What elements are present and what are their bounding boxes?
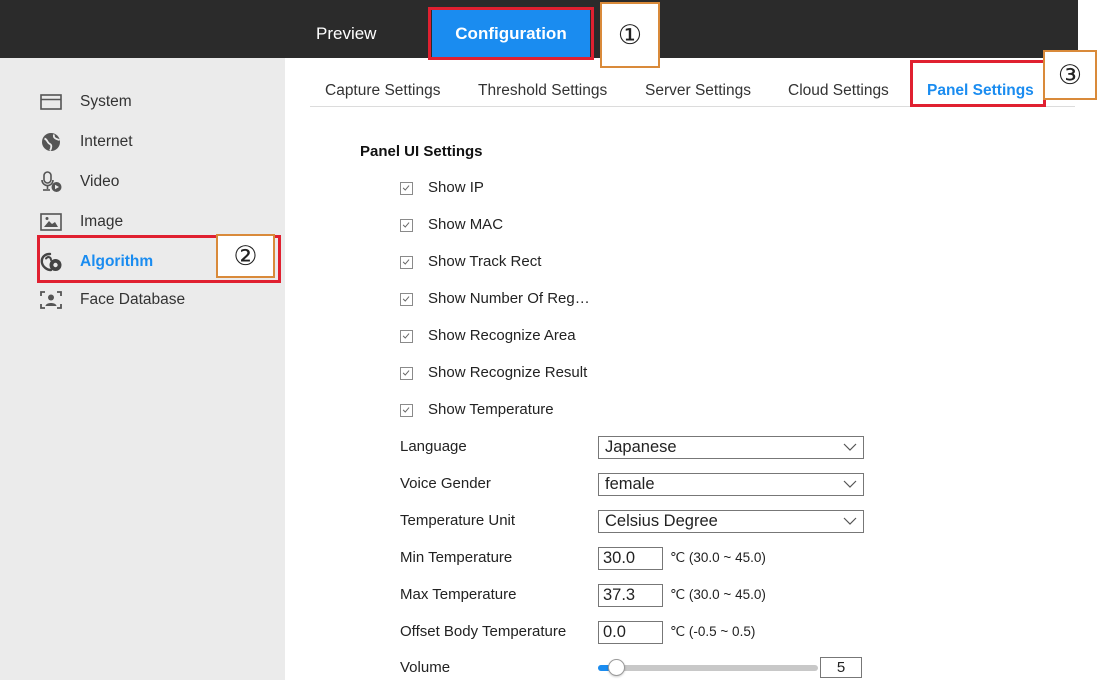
show-ip-checkbox[interactable] [400,182,413,195]
tab-capture-settings[interactable]: Capture Settings [325,80,440,102]
window-icon [38,91,64,113]
tab-cloud-settings[interactable]: Cloud Settings [788,80,889,102]
checkmark-icon [402,259,410,265]
checkbox-label: Show Recognize Result [428,364,588,381]
offset-body-temperature-label: Offset Body Temperature [400,623,567,640]
face-database-icon [38,289,64,311]
checkmark-icon [402,370,410,376]
volume-slider-knob[interactable] [608,659,626,676]
sidebar-item-internet[interactable]: Internet [38,131,208,153]
min-temperature-input[interactable] [598,547,663,570]
volume-slider[interactable] [598,659,818,676]
sidebar-item-label: Face Database [80,291,186,308]
tab-preview[interactable]: Preview [316,10,376,58]
sidebar-item-label: System [80,93,132,110]
language-select[interactable]: Japanese [598,436,864,459]
offset-body-temperature-range: ℃ (-0.5 ~ 0.5) [670,624,756,639]
video-icon [38,171,64,193]
temperature-unit-label: Temperature Unit [400,512,516,529]
max-temperature-label: Max Temperature [400,586,517,603]
checkmark-icon [402,296,410,302]
checkbox-label: Show Temperature [428,401,554,418]
show-mac-checkbox[interactable] [400,219,413,232]
section-title: Panel UI Settings [360,143,483,160]
show-temperature-checkbox[interactable] [400,404,413,417]
show-mac-checkbox-row[interactable]: Show MAC [400,214,660,236]
checkbox-label: Show IP [428,179,484,196]
voice-gender-select[interactable]: female [598,473,864,496]
sidebar-item-label: Internet [80,133,133,150]
volume-value-input[interactable] [820,657,862,678]
voice-gender-label: Voice Gender [400,475,491,492]
min-temperature-range: ℃ (30.0 ~ 45.0) [670,550,766,565]
show-number-of-reg-checkbox-row[interactable]: Show Number Of Reg… [400,288,660,310]
checkmark-icon [402,222,410,228]
show-recognize-area-checkbox[interactable] [400,330,413,343]
annotation-marker-1: ① [600,2,660,68]
show-track-rect-checkbox-row[interactable]: Show Track Rect [400,251,660,273]
show-ip-checkbox-row[interactable]: Show IP [400,177,660,199]
show-track-rect-checkbox[interactable] [400,256,413,269]
annotation-marker-2: ② [216,234,275,278]
show-recognize-result-checkbox-row[interactable]: Show Recognize Result [400,362,660,384]
sidebar-item-image[interactable]: Image [38,211,208,233]
show-recognize-area-checkbox-row[interactable]: Show Recognize Area [400,325,660,347]
temperature-unit-select-value: Celsius Degree [605,512,718,530]
sidebar-item-system[interactable]: System [38,91,208,113]
sidebar-item-video[interactable]: Video [38,171,208,193]
chevron-down-icon [843,515,857,527]
sidebar-item-face-database[interactable]: Face Database [38,289,208,311]
min-temperature-label: Min Temperature [400,549,513,566]
tab-server-settings[interactable]: Server Settings [645,80,751,102]
image-icon [38,211,64,233]
show-recognize-result-checkbox[interactable] [400,367,413,380]
chevron-down-icon [843,478,857,490]
globe-icon [38,131,64,153]
checkbox-label: Show Recognize Area [428,327,576,344]
language-label: Language [400,438,467,455]
voice-gender-select-value: female [605,475,655,493]
checkbox-label: Show Number Of Reg… [428,290,590,307]
configuration-highlight-box [428,7,594,60]
language-select-value: Japanese [605,438,677,456]
max-temperature-input[interactable] [598,584,663,607]
chevron-down-icon [843,441,857,453]
checkbox-label: Show Track Rect [428,253,542,270]
sidebar-item-label: Image [80,213,124,230]
show-number-of-reg-checkbox[interactable] [400,293,413,306]
checkbox-label: Show MAC [428,216,504,233]
checkmark-icon [402,333,410,339]
temperature-unit-select[interactable]: Celsius Degree [598,510,864,533]
max-temperature-range: ℃ (30.0 ~ 45.0) [670,587,766,602]
annotation-marker-3: ③ [1043,50,1097,100]
tab-threshold-settings[interactable]: Threshold Settings [478,80,607,102]
offset-body-temperature-input[interactable] [598,621,663,644]
panel-settings-highlight-box [910,60,1046,107]
checkmark-icon [402,407,410,413]
checkmark-icon [402,185,410,191]
sidebar-item-label: Video [80,173,120,190]
volume-label: Volume [400,659,451,676]
show-temperature-checkbox-row[interactable]: Show Temperature [400,399,660,421]
